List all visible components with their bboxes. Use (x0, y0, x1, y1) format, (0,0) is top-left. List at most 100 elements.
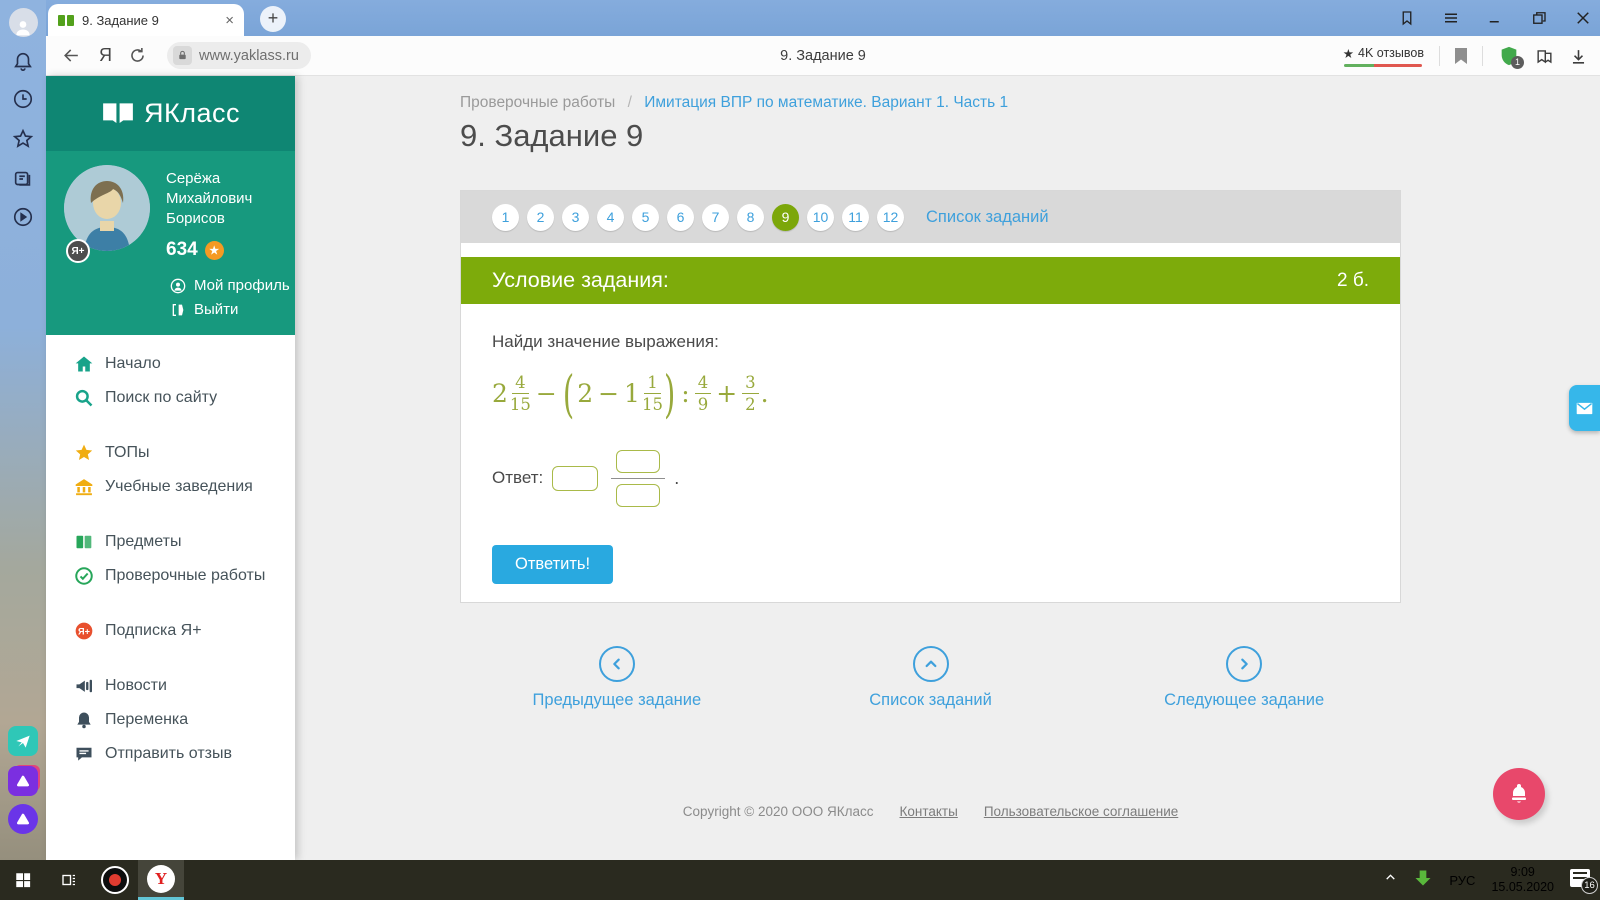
svg-text:Я+: Я+ (78, 627, 90, 637)
lock-icon[interactable] (173, 46, 192, 65)
browser-side-rail (0, 0, 46, 860)
keyboard-lang[interactable]: РУС (1449, 873, 1475, 888)
bottom-nav-prev-task[interactable]: Предыдущее задание (460, 646, 774, 710)
chevron-right-circle-icon[interactable] (1226, 646, 1263, 682)
logout-icon (172, 303, 184, 316)
browser-tab[interactable]: 9. Задание 9 × (48, 4, 244, 36)
task-pill-5[interactable]: 5 (632, 203, 659, 231)
task-pill-7[interactable]: 7 (702, 203, 729, 231)
bottom-nav-label[interactable]: Следующее задание (1164, 691, 1324, 710)
chevron-up-circle-icon[interactable] (912, 646, 949, 682)
bookmark-icon[interactable] (1455, 48, 1467, 64)
favorites-star-icon[interactable] (0, 128, 46, 150)
purple-square-app-icon[interactable] (0, 766, 46, 796)
bottom-nav-next-task[interactable]: Следующее задание (1087, 646, 1401, 710)
books-icon (74, 532, 94, 552)
sidebar-item-tests[interactable]: Проверочные работы (46, 559, 295, 593)
bottom-nav-task-list[interactable]: Список заданий (774, 646, 1088, 710)
chevron-left-circle-icon[interactable] (598, 646, 635, 682)
task-pill-1[interactable]: 1 (492, 203, 519, 231)
sidebar-item-tops[interactable]: ТОПы (46, 436, 295, 470)
formula-token: 1 1 15 (624, 373, 663, 415)
task-pill-4[interactable]: 4 (597, 203, 624, 231)
sidebar-item-site-search[interactable]: Поиск по сайту (46, 381, 295, 415)
task-view-button[interactable] (46, 860, 92, 900)
yandex-button-icon[interactable]: Я (99, 45, 112, 66)
task-pill-9[interactable]: 9 (772, 203, 799, 231)
sidebar-item-feedback[interactable]: Отправить отзыв (46, 737, 295, 771)
new-tab-button[interactable]: + (260, 6, 286, 32)
breadcrumb-current[interactable]: Имитация ВПР по математике. Вариант 1. Ч… (644, 94, 1008, 111)
notifications-fab[interactable] (1493, 768, 1545, 820)
action-center-icon[interactable]: 16 (1570, 869, 1598, 894)
task-pill-10[interactable]: 10 (807, 203, 834, 231)
collections-pages-icon[interactable] (0, 168, 46, 190)
submit-button[interactable]: Ответить! (492, 545, 614, 585)
sidebar-item-subscription[interactable]: Я+ Подписка Я+ (46, 614, 295, 648)
restore-icon[interactable] (1530, 9, 1548, 27)
task-list-link[interactable]: Список заданий (926, 208, 1049, 227)
url-text[interactable]: www.yaklass.ru (199, 48, 299, 64)
footer-link-agreement[interactable]: Пользовательское соглашение (984, 804, 1178, 819)
sidebar-item-home[interactable]: Начало (46, 347, 295, 381)
protect-shield-icon[interactable]: 1 (1498, 45, 1524, 69)
refresh-icon[interactable] (128, 46, 147, 65)
address-bar[interactable]: www.yaklass.ru (167, 42, 311, 69)
footer-link-contacts[interactable]: Контакты (900, 804, 958, 819)
my-profile-link[interactable]: Мой профиль (170, 277, 290, 294)
bottom-nav-label[interactable]: Предыдущее задание (533, 691, 702, 710)
task-pill-11[interactable]: 11 (842, 203, 869, 231)
notifications-bell-icon[interactable] (0, 50, 46, 72)
feedback-mail-tab[interactable] (1569, 385, 1600, 431)
start-button[interactable] (0, 860, 46, 900)
answer-denominator-input[interactable] (616, 484, 661, 508)
answer-numerator-input[interactable] (616, 449, 661, 473)
answer-whole-input[interactable] (552, 465, 599, 491)
browser-menu-icon[interactable] (1442, 9, 1460, 27)
os-taskbar: Y (0, 860, 1600, 900)
tray-chevron-icon[interactable] (1384, 871, 1397, 889)
downloads-icon[interactable] (1569, 47, 1588, 66)
sidebar-item-subjects[interactable]: Предметы (46, 525, 295, 559)
formula-token: ) (663, 364, 676, 424)
profile-avatar-icon[interactable] (0, 8, 46, 37)
task-pill-6[interactable]: 6 (667, 203, 694, 231)
clock[interactable]: 9:09 15.05.2020 (1491, 865, 1554, 895)
purple-circle-app-icon[interactable] (0, 804, 46, 834)
sidebar-item-label: Учебные заведения (105, 478, 253, 495)
collections-icon[interactable] (1535, 47, 1554, 66)
ya-plus-icon: Я+ (74, 621, 94, 641)
yandex-browser-taskbar-icon[interactable]: Y (138, 860, 184, 900)
ya-plus-badge: Я+ (66, 239, 90, 263)
user-points: 634 ★ (166, 239, 224, 261)
sidebar-item-schools[interactable]: Учебные заведения (46, 470, 295, 504)
yaklass-logo[interactable]: ЯКласс (46, 76, 295, 151)
download-tray-icon[interactable] (1413, 868, 1433, 893)
minimize-icon[interactable] (1486, 9, 1504, 27)
recorder-app-icon[interactable] (92, 860, 138, 900)
breadcrumb-root[interactable]: Проверочные работы (460, 94, 615, 111)
close-icon[interactable] (1574, 9, 1592, 27)
sidebar-item-label: Отправить отзыв (105, 745, 232, 762)
sidebar-item-news[interactable]: Новости (46, 669, 295, 703)
messenger-app-icon[interactable] (0, 726, 46, 756)
task-pill-12[interactable]: 12 (877, 203, 904, 231)
search-icon (74, 388, 94, 408)
tab-close-icon[interactable]: × (225, 12, 234, 29)
task-pill-3[interactable]: 3 (562, 203, 589, 231)
side-panel-icon[interactable] (1398, 9, 1416, 27)
sidebar-item-label: Поиск по сайту (105, 389, 218, 406)
history-clock-icon[interactable] (0, 88, 46, 110)
sidebar-item-peremenka[interactable]: Переменка (46, 703, 295, 737)
task-pill-2[interactable]: 2 (527, 203, 554, 231)
window-titlebar: 9. Задание 9 × + (0, 0, 1600, 36)
main-area: Проверочные работы / Имитация ВПР по мат… (295, 76, 1600, 860)
task-pill-8[interactable]: 8 (737, 203, 764, 231)
back-icon[interactable] (62, 46, 81, 65)
formula-token: − (535, 379, 557, 409)
logout-link[interactable]: Выйти (170, 301, 238, 318)
player-icon[interactable] (0, 206, 46, 228)
site-reviews-button[interactable]: ★ 4K отзывов (1343, 46, 1424, 67)
bottom-nav-label[interactable]: Список заданий (869, 691, 992, 710)
check-circle-icon (74, 566, 94, 586)
